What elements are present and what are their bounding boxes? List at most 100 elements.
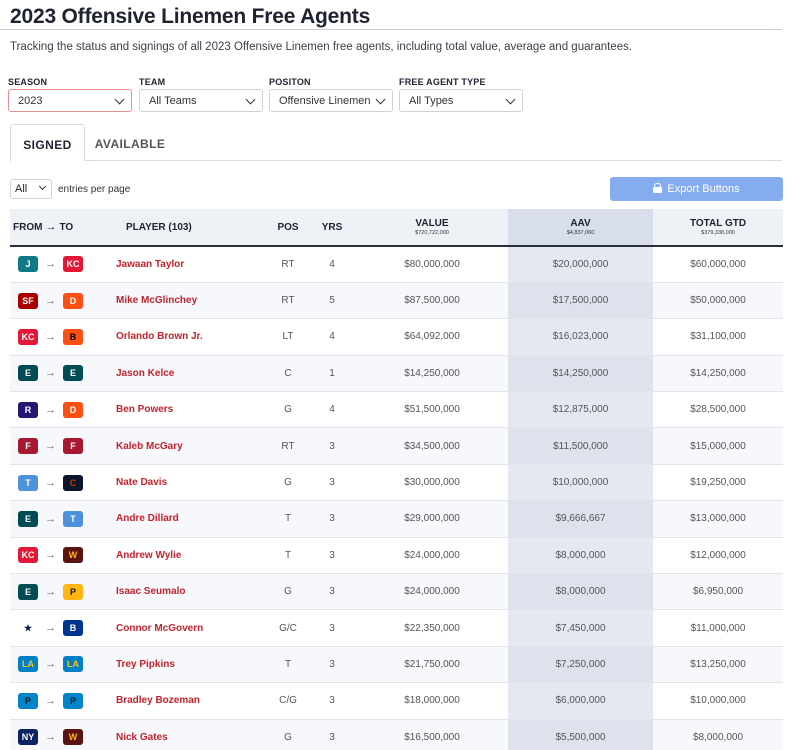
player-name-link[interactable]: Trey Pipkins (116, 646, 268, 684)
bears-logo[interactable]: C (63, 474, 83, 491)
player-name-link[interactable]: Orlando Brown Jr. (116, 318, 268, 356)
season-select[interactable]: 2023 (8, 89, 132, 112)
player-name-link[interactable]: Bradley Bozeman (116, 682, 268, 720)
pos-cell: T (268, 537, 308, 575)
table-row: KC → W Andrew Wylie T 3 $24,000,000 $8,000,000 $… (10, 537, 783, 575)
position-select[interactable]: Offensive Linemen (269, 89, 393, 112)
player-name-link[interactable]: Isaac Seumalo (116, 573, 268, 611)
logo-text: LA (22, 659, 34, 670)
from-to-cell: NY → W (10, 719, 116, 750)
player-name-link[interactable]: Andre Dillard (116, 500, 268, 538)
aav-header[interactable]: AAV $4,837,060 (508, 209, 653, 247)
tab-signed[interactable]: SIGNED (10, 124, 85, 162)
arrow-right-icon: → (45, 731, 56, 744)
page-subtitle: Tracking the status and signings of all … (10, 41, 633, 53)
player-name-link[interactable]: Nick Gates (116, 719, 268, 750)
position-value: Offensive Linemen (279, 95, 371, 107)
arrow-right-icon: → (45, 476, 56, 489)
player-name-link[interactable]: Andrew Wylie (116, 537, 268, 575)
tab-available[interactable]: AVAILABLE (90, 124, 170, 161)
gtd-cell: $12,000,000 (653, 537, 783, 575)
ravens-logo[interactable]: R (18, 401, 38, 418)
49ers-logo[interactable]: SF (18, 292, 38, 309)
player-name-link[interactable]: Kaleb McGary (116, 427, 268, 465)
panthers-logo[interactable]: P (18, 692, 38, 709)
logo-text: E (24, 513, 31, 524)
titans-logo[interactable]: T (18, 474, 38, 491)
table-header-row: FROM → TO PLAYER (103) POS YRS VALUE $720,… (10, 209, 783, 247)
aav-cell: $20,000,000 (508, 246, 653, 283)
broncos-logo[interactable]: D (63, 401, 83, 418)
aav-header-label: AAV (570, 217, 591, 229)
steelers-logo[interactable]: P (63, 583, 83, 600)
eagles-logo[interactable]: E (63, 365, 83, 382)
yrs-cell: 4 (308, 246, 356, 283)
logo-text: R (24, 404, 32, 415)
team-filter: TEAM All Teams (139, 77, 263, 112)
eagles-logo[interactable]: E (18, 365, 38, 382)
commanders-logo[interactable]: W (63, 547, 83, 564)
from-to-cell: ★ → B (10, 609, 116, 647)
table-row: T → C Nate Davis G 3 $30,000,000 $10,000,000 $19… (10, 464, 783, 502)
from-to-header[interactable]: FROM → TO (10, 209, 116, 247)
broncos-logo[interactable]: D (63, 292, 83, 309)
table-row: NY → W Nick Gates G 3 $16,500,000 $5,500,000 $8,… (10, 719, 783, 750)
aav-cell: $14,250,000 (508, 355, 653, 393)
title-bar: 2023 Offensive Linemen Free Agents (0, 0, 782, 30)
bengals-logo[interactable]: B (63, 328, 83, 345)
value-cell: $64,092,000 (356, 318, 508, 356)
eagles-logo[interactable]: E (18, 583, 38, 600)
aav-cell: $7,250,000 (508, 646, 653, 684)
table-row: P → P Bradley Bozeman C/G 3 $18,000,000 $6,000,… (10, 682, 783, 720)
player-name-link[interactable]: Mike McGlinchey (116, 282, 268, 320)
jaguars-logo[interactable]: J (18, 256, 38, 273)
falcons-logo[interactable]: F (18, 438, 38, 455)
player-name-link[interactable]: Connor McGovern (116, 609, 268, 647)
from-to-cell: KC → B (10, 318, 116, 356)
aav-cell: $7,450,000 (508, 609, 653, 647)
pos-cell: G (268, 464, 308, 502)
pos-header[interactable]: POS (268, 209, 308, 247)
bills-logo[interactable]: B (63, 620, 83, 637)
aav-cell: $17,500,000 (508, 282, 653, 320)
chargers-logo[interactable]: LA (63, 656, 83, 673)
player-name-link[interactable]: Nate Davis (116, 464, 268, 502)
value-header[interactable]: VALUE $720,722,000 (356, 209, 508, 247)
player-name-link[interactable]: Ben Powers (116, 391, 268, 429)
chiefs-logo[interactable]: KC (18, 328, 38, 345)
value-cell: $18,000,000 (356, 682, 508, 720)
panthers-logo[interactable]: P (63, 692, 83, 709)
chiefs-logo[interactable]: KC (18, 547, 38, 564)
pos-cell: LT (268, 318, 308, 356)
aav-cell: $12,875,000 (508, 391, 653, 429)
chiefs-logo[interactable]: KC (63, 256, 83, 273)
yrs-header[interactable]: YRS (308, 209, 356, 247)
export-buttons-button[interactable]: Export Buttons (610, 177, 783, 201)
gtd-header[interactable]: TOTAL GTD $379,338,000 (653, 209, 783, 247)
arrow-right-icon: → (45, 658, 56, 671)
team-select[interactable]: All Teams (139, 89, 263, 112)
titans-logo[interactable]: T (63, 510, 83, 527)
falcons-logo[interactable]: F (63, 438, 83, 455)
chargers-logo[interactable]: LA (18, 656, 38, 673)
commanders-logo[interactable]: W (63, 729, 83, 746)
logo-text: LA (67, 659, 79, 670)
arrow-right-icon: → (45, 694, 56, 707)
player-header[interactable]: PLAYER (103) (116, 209, 268, 247)
eagles-logo[interactable]: E (18, 510, 38, 527)
chevron-down-icon (505, 94, 516, 105)
fa-type-label: FREE AGENT TYPE (399, 77, 486, 87)
giants-logo[interactable]: NY (18, 729, 38, 746)
entries-per-page-select[interactable]: All (10, 179, 52, 199)
player-name-link[interactable]: Jason Kelce (116, 355, 268, 393)
fa-type-select[interactable]: All Types (399, 89, 523, 112)
cowboys-logo[interactable]: ★ (18, 620, 38, 637)
from-to-cell: E → E (10, 355, 116, 393)
value-header-label: VALUE (415, 217, 449, 229)
aav-cell: $9,666,667 (508, 500, 653, 538)
logo-text: D (69, 295, 77, 306)
value-cell: $24,000,000 (356, 573, 508, 611)
player-name-link[interactable]: Jawaan Taylor (116, 246, 268, 283)
aav-total: $4,837,060 (566, 229, 595, 236)
season-value: 2023 (18, 95, 43, 107)
